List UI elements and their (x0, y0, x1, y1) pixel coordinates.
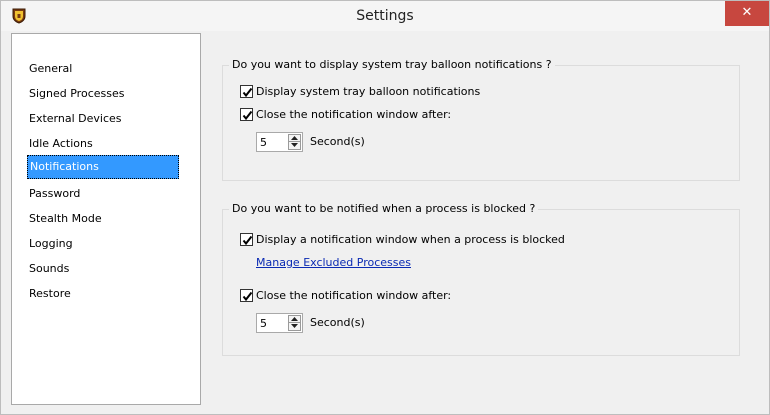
tray-notifications-group: Do you want to display system tray ballo… (222, 58, 740, 181)
display-window-checkbox[interactable] (240, 233, 253, 246)
blocked-spin-buttons (288, 315, 301, 331)
arrow-up-icon (291, 136, 298, 140)
tray-spin-up-button[interactable] (289, 135, 300, 142)
blocked-seconds-stepper[interactable]: 5 (256, 313, 303, 333)
nav-item-external-devices[interactable]: External Devices (27, 108, 179, 132)
tray-seconds-stepper[interactable]: 5 (256, 132, 303, 152)
check-icon (242, 235, 253, 246)
tray-seconds-value[interactable]: 5 (260, 136, 267, 149)
tray-close-after-checkbox[interactable] (240, 108, 253, 121)
notifications-panel: Do you want to display system tray ballo… (202, 33, 760, 405)
arrow-up-icon (291, 317, 298, 321)
blocked-close-after-checkbox[interactable] (240, 289, 253, 302)
close-button[interactable]: ✕ (725, 1, 769, 26)
display-window-label: Display a notification window when a pro… (256, 233, 565, 246)
arrow-down-icon (291, 324, 298, 328)
nav-item-idle-actions[interactable]: Idle Actions (27, 133, 179, 157)
manage-excluded-processes-link[interactable]: Manage Excluded Processes (256, 256, 411, 269)
display-balloon-checkbox[interactable] (240, 85, 253, 98)
blocked-seconds-value[interactable]: 5 (260, 317, 267, 330)
nav-item-logging[interactable]: Logging (27, 233, 179, 257)
title-bar: Settings ✕ (1, 1, 769, 31)
arrow-down-icon (291, 143, 298, 147)
blocked-notifications-group: Do you want to be notified when a proces… (222, 202, 740, 356)
close-icon: ✕ (741, 5, 753, 20)
blocked-group-legend: Do you want to be notified when a proces… (229, 202, 539, 215)
blocked-seconds-unit: Second(s) (310, 316, 365, 329)
nav-item-general[interactable]: General (27, 58, 179, 82)
display-balloon-label: Display system tray balloon notification… (256, 85, 481, 98)
settings-nav: General Signed Processes External Device… (11, 33, 201, 405)
settings-window: Settings ✕ General Signed Processes Exte… (0, 0, 770, 415)
nav-item-stealth-mode[interactable]: Stealth Mode (27, 208, 179, 232)
check-icon (242, 87, 253, 98)
nav-item-restore[interactable]: Restore (27, 283, 179, 307)
check-icon (242, 110, 253, 121)
tray-group-legend: Do you want to display system tray ballo… (229, 58, 555, 71)
tray-spin-buttons (288, 134, 301, 150)
blocked-spin-up-button[interactable] (289, 316, 300, 323)
nav-item-sounds[interactable]: Sounds (27, 258, 179, 282)
nav-item-signed-processes[interactable]: Signed Processes (27, 83, 179, 107)
tray-seconds-unit: Second(s) (310, 135, 365, 148)
tray-spin-down-button[interactable] (289, 142, 300, 149)
tray-close-after-label: Close the notification window after: (256, 108, 452, 121)
blocked-close-after-label: Close the notification window after: (256, 289, 452, 302)
blocked-spin-down-button[interactable] (289, 323, 300, 330)
nav-item-notifications[interactable]: Notifications (27, 155, 179, 179)
nav-item-password[interactable]: Password (27, 183, 179, 207)
window-title: Settings (356, 8, 414, 24)
check-icon (242, 291, 253, 302)
